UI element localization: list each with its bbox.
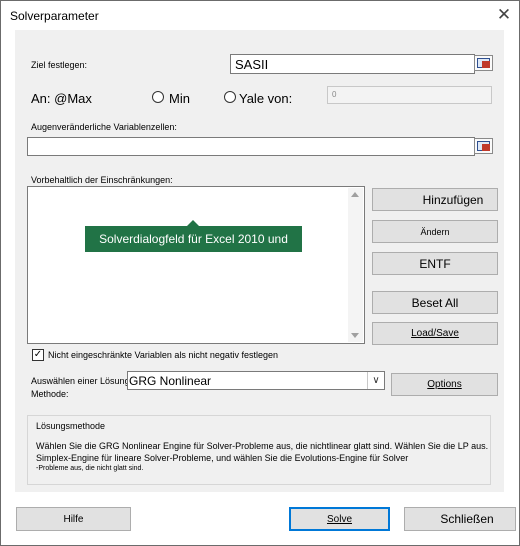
reset-all-button-label: Beset All [411, 295, 459, 310]
objective-value: SASII [235, 57, 269, 72]
nonneg-checkbox[interactable]: ✓ [32, 349, 44, 361]
load-save-button-label: Load/Save [411, 328, 459, 339]
check-icon: ✓ [33, 349, 43, 360]
scroll-down-icon[interactable] [351, 333, 359, 338]
value-of-label: Yale von: [239, 91, 293, 106]
objective-ref-icon[interactable] [474, 55, 493, 71]
close-icon[interactable]: ✕ [493, 4, 515, 26]
nonneg-label: Nicht eingeschränkte Variablen als nicht… [48, 350, 278, 360]
add-button-label: Hinzufügen [422, 192, 484, 207]
value-of-value: 0 [332, 90, 337, 99]
window-title: Solverparameter [10, 9, 99, 23]
method-label-line2: Methode: [31, 389, 69, 399]
method-select[interactable]: GRG Nonlinear ∨ [127, 371, 385, 390]
objective-label: Ziel festlegen: [31, 60, 88, 70]
value-of-radio[interactable] [224, 91, 236, 103]
min-label: Min [169, 91, 190, 106]
close-button-label: Schließen [440, 512, 494, 526]
solving-method-title: Lösungsmethode [36, 421, 106, 431]
description-line2: Simplex-Engine für lineare Solver-Proble… [36, 453, 409, 463]
tooltip: Solverdialogfeld für Excel 2010 und höhe… [85, 226, 302, 272]
solve-button-label: Solve [326, 513, 352, 525]
add-button[interactable]: Hinzufügen [372, 188, 498, 211]
change-button-label: Ändern [420, 226, 450, 237]
variables-input[interactable] [27, 137, 475, 156]
help-button[interactable]: Hilfe [16, 507, 131, 531]
close-button[interactable]: Schließen [404, 507, 516, 531]
options-button[interactable]: Options [391, 373, 498, 396]
options-button-label: Options [427, 379, 462, 390]
delete-button-label: ENTF [419, 256, 451, 271]
title-bar: Solverparameter ✕ [1, 1, 519, 31]
scroll-up-icon[interactable] [351, 192, 359, 197]
method-selected: GRG Nonlinear [129, 374, 212, 388]
variables-ref-icon[interactable] [474, 138, 493, 154]
description-line1: Wählen Sie die GRG Nonlinear Engine für … [36, 441, 489, 451]
method-label-line1: Auswählen einer Lösung [31, 376, 130, 386]
reset-all-button[interactable]: Beset All [372, 291, 498, 314]
delete-button[interactable]: ENTF [372, 252, 498, 275]
chevron-down-icon[interactable]: ∨ [367, 372, 384, 389]
constraints-scrollbar[interactable] [348, 188, 363, 342]
change-button[interactable]: Ändern [372, 220, 498, 243]
load-save-button[interactable]: Load/Save [372, 322, 498, 345]
variables-label: Augenveränderliche Variablenzellen: [31, 122, 177, 132]
to-max-label: An: @Max [31, 91, 92, 106]
value-of-input[interactable]: 0 [327, 86, 492, 104]
objective-input[interactable]: SASII [230, 54, 475, 74]
constraints-label: Vorbehaltlich der Einschränkungen: [31, 175, 173, 185]
solve-button[interactable]: Solve [289, 507, 390, 531]
min-radio[interactable] [152, 91, 164, 103]
help-button-label: Hilfe [63, 513, 84, 525]
description-line3: -Probleme aus, die nicht glatt sind. [36, 465, 144, 472]
